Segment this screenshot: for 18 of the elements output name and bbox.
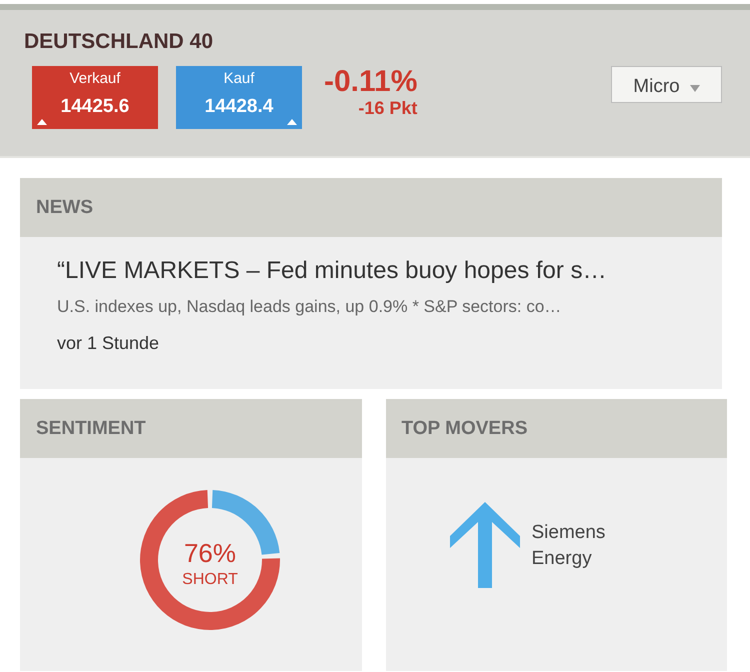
up-arrow-icon (450, 502, 520, 588)
up-triangle-icon (287, 119, 297, 125)
mover-name[interactable]: Siemens Energy (532, 520, 632, 572)
news-headline[interactable]: “LIVE MARKETS – Fed minutes buoy hopes for s… (57, 257, 722, 285)
news-time: vor 1 Stunde (57, 333, 160, 354)
up-triangle-icon (37, 119, 47, 125)
change-points: -16 Pkt (358, 98, 418, 119)
section-title: NEWS (36, 196, 93, 218)
price-button[interactable]: Verkauf 14425.6 (32, 66, 158, 129)
dropdown-caret-icon (690, 85, 700, 92)
size-dropdown[interactable]: Micro (611, 66, 722, 103)
sentiment-percent: 76% (184, 538, 236, 569)
instrument-title: DEUTSCHLAND 40 (24, 30, 214, 54)
news-summary: U.S. indexes up, Nasdaq leads gains, up 0.9% * S&P sectors: co… (57, 297, 562, 317)
section-title: TOP MOVERS (402, 418, 528, 440)
section-title: SENTIMENT (36, 418, 146, 440)
sentiment-label: SHORT (182, 571, 238, 589)
change-percent: -0.11% (324, 66, 418, 98)
